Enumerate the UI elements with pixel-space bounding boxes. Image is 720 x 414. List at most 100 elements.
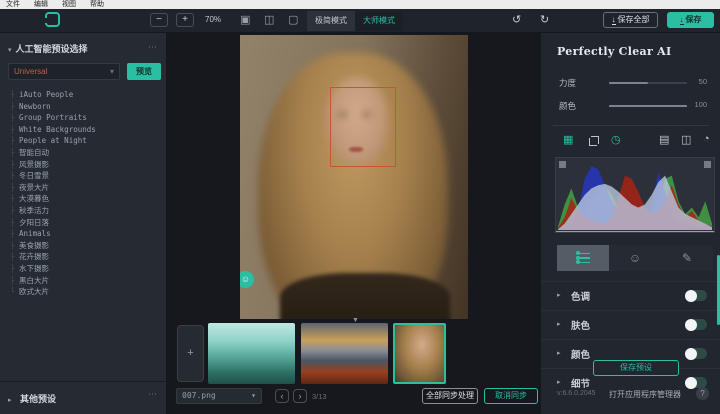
save-button[interactable]: ↓保存 <box>667 12 714 28</box>
menu-item-文件[interactable]: 文件 <box>6 0 20 9</box>
history-icon[interactable]: ◷ <box>611 133 621 146</box>
face-detect-badge-icon[interactable]: ☺ <box>240 271 254 288</box>
toggle-肤色[interactable] <box>685 319 707 330</box>
mode-tabs: 极简模式大师模式 <box>307 11 403 31</box>
help-icon[interactable]: ? <box>696 387 709 400</box>
chevron-right-icon: ▸ <box>557 291 561 299</box>
crop-icon[interactable] <box>589 136 598 145</box>
preset-item[interactable]: White Backgrounds <box>10 124 160 136</box>
slider-label: 颜色 <box>559 100 576 112</box>
preset-item[interactable]: 黑白大片 <box>10 275 160 287</box>
preset-item[interactable]: 水下摄影 <box>10 263 160 275</box>
preset-item[interactable]: Group Portraits <box>10 112 160 124</box>
slider-track[interactable] <box>609 82 687 84</box>
menu-item-视图[interactable]: 视图 <box>62 0 76 9</box>
app-manager-link[interactable]: 打开应用程序管理器 <box>609 389 681 400</box>
face-detection-box[interactable] <box>330 87 396 167</box>
preset-sidebar: ▾人工智能预设选择 ⋯ Universal ▾ 预览 iAuto PeopleN… <box>0 33 167 414</box>
preset-item[interactable]: 夜景大片 <box>10 182 160 194</box>
slider-fill <box>609 105 687 107</box>
filename-value: 007.png <box>182 389 216 403</box>
photo-counter: 3/13 <box>312 392 327 401</box>
mode-tab-大师模式[interactable]: 大师模式 <box>355 11 403 31</box>
prev-photo-button[interactable]: ‹ <box>275 389 289 403</box>
thumbnail-sunset[interactable] <box>301 323 388 384</box>
histogram-left-toggle[interactable] <box>559 161 566 168</box>
more-icon[interactable]: ⋯ <box>148 389 158 400</box>
mode-tab-极简模式[interactable]: 极简模式 <box>307 11 355 31</box>
toggle-色调[interactable] <box>685 290 707 301</box>
preset-item[interactable]: 冬日雪景 <box>10 170 160 182</box>
chevron-down-icon: ▾ <box>251 389 256 403</box>
histogram-right-toggle[interactable] <box>704 161 711 168</box>
adjustments-panel: Perfectly Clear AI 力度50颜色100 ▦ ◷ ▤ ◫ ◔ ☺… <box>540 33 720 414</box>
photo-preview[interactable]: ☺ <box>240 35 468 319</box>
preset-item[interactable]: 美食摄影 <box>10 240 160 252</box>
preset-item[interactable]: 夕阳日落 <box>10 217 160 229</box>
sync-all-button[interactable]: 全部同步处理 <box>422 388 478 404</box>
split-view-icon[interactable]: ◫ <box>264 13 274 27</box>
adjustment-sections: ▸色调▸肤色▸颜色▸细节 <box>541 281 720 397</box>
filename-select[interactable]: 007.png ▾ <box>176 388 262 404</box>
tab-retouch[interactable]: ✎ <box>661 245 713 271</box>
mirror-compare-icon[interactable]: ◫ <box>681 133 691 146</box>
cancel-sync-button[interactable]: 取消同步 <box>484 388 538 404</box>
section-肤色[interactable]: ▸肤色 <box>541 310 720 339</box>
version-label: v:6.6.0.2045 <box>557 390 596 397</box>
thumbnail-cityscape[interactable] <box>208 323 295 384</box>
preset-item[interactable]: People at Night <box>10 135 160 147</box>
preset-item[interactable]: 智能自动 <box>10 147 160 159</box>
preview-button[interactable]: 预览 <box>127 63 161 80</box>
chevron-right-icon: ▸ <box>8 397 12 404</box>
stack-icon[interactable]: ▤ <box>659 133 669 146</box>
slider-track[interactable] <box>609 105 687 107</box>
preset-item[interactable]: 秋季活力 <box>10 205 160 217</box>
tab-sliders[interactable] <box>557 245 609 271</box>
redo-icon[interactable]: ↻ <box>540 13 549 26</box>
zoom-out-button[interactable]: − <box>150 13 168 27</box>
toggle-颜色[interactable] <box>685 348 707 359</box>
other-presets-row[interactable]: ▸ 其他预设 ⋯ <box>0 381 166 405</box>
slider-value: 50 <box>699 77 707 86</box>
preset-item[interactable]: 欧式大片 <box>10 286 160 298</box>
undo-icon[interactable]: ↺ <box>512 13 521 26</box>
preset-group-select[interactable]: Universal ▾ <box>8 63 120 80</box>
histogram <box>555 157 715 233</box>
single-view-icon[interactable]: ▣ <box>240 13 250 27</box>
levels-icon[interactable]: ▦ <box>563 133 573 146</box>
more-icon[interactable]: ⋯ <box>148 42 158 53</box>
zoom-in-button[interactable]: + <box>176 13 194 27</box>
chevron-down-icon: ▾ <box>8 47 12 54</box>
menu-item-帮助[interactable]: 帮助 <box>90 0 104 9</box>
sliders-icon <box>576 253 590 264</box>
menu-item-编辑[interactable]: 编辑 <box>34 0 48 9</box>
thumbnail-portrait-selected[interactable] <box>393 323 446 384</box>
preset-item[interactable]: Animals <box>10 228 160 240</box>
preset-item[interactable]: 风景摄影 <box>10 159 160 171</box>
zoom-level: 70% <box>205 15 221 24</box>
toolbar: − + 70% ▣ ◫ ▢ 极简模式大师模式 ↺ ↻ ↓保存全部 ↓保存 <box>0 9 720 33</box>
ai-presets-header[interactable]: ▾人工智能预设选择 <box>8 42 88 55</box>
preset-item[interactable]: iAuto People <box>10 89 160 101</box>
save-all-button[interactable]: ↓保存全部 <box>603 12 658 28</box>
fit-view-icon[interactable]: ▢ <box>288 13 298 27</box>
menubar: 文件 编辑 视图 帮助 <box>0 0 720 9</box>
section-色调[interactable]: ▸色调 <box>541 281 720 310</box>
add-photo-button[interactable]: + <box>177 325 204 382</box>
section-label: 肤色 <box>571 318 590 332</box>
chevron-down-icon: ▾ <box>110 64 114 79</box>
tab-face[interactable]: ☺ <box>609 245 661 271</box>
section-label: 颜色 <box>571 347 590 361</box>
next-photo-button[interactable]: › <box>293 389 307 403</box>
photo-subject-shoulders <box>280 273 450 319</box>
download-icon: ↓ <box>680 15 684 25</box>
slider-value: 100 <box>694 100 707 109</box>
reset-icon[interactable]: ◔ <box>703 133 710 145</box>
preset-group-value: Universal <box>14 64 47 79</box>
save-preset-button[interactable]: 保存预设 <box>593 360 679 376</box>
preset-item[interactable]: 大漠暮色 <box>10 193 160 205</box>
editor-canvas: ☺ ▼ + 007.png ▾ ‹ › 3/13 全部同步处理 取消同步 <box>167 33 540 414</box>
preset-item[interactable]: 花卉摄影 <box>10 251 160 263</box>
preset-item[interactable]: Newborn <box>10 101 160 113</box>
preset-tree: iAuto PeopleNewbornGroup PortraitsWhite … <box>10 89 160 298</box>
